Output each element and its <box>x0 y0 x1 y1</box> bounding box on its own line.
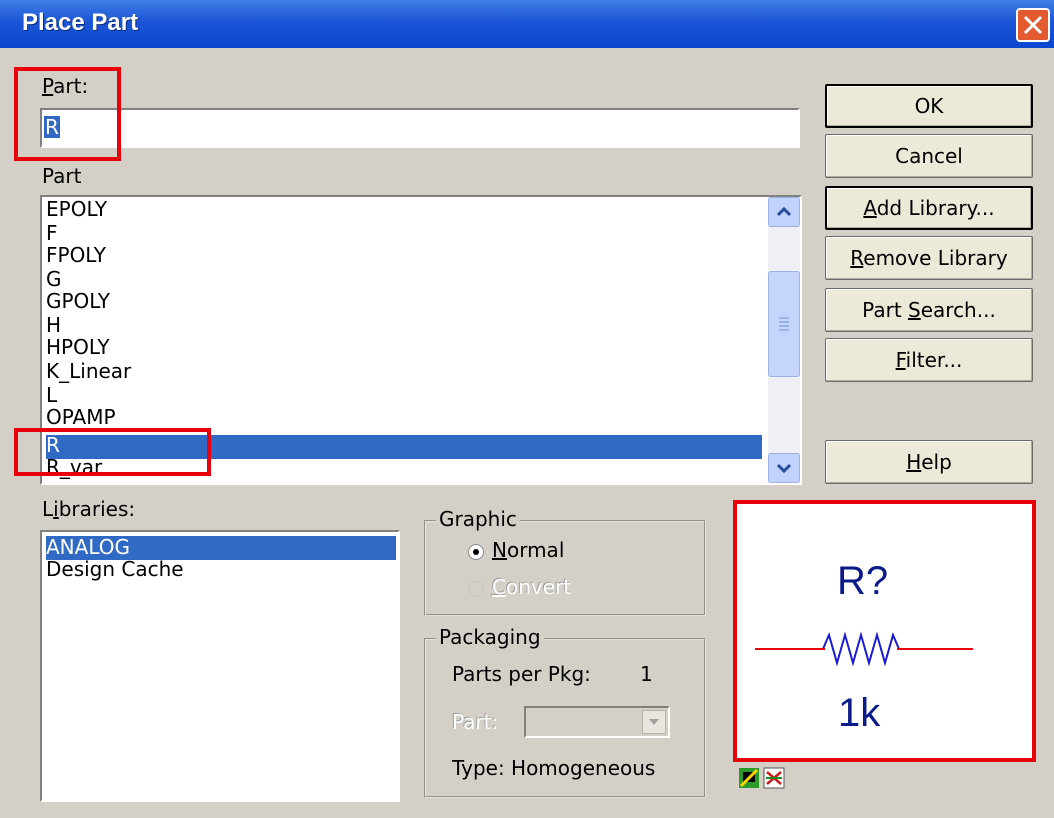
chevron-down-icon <box>649 719 659 725</box>
cancel-button[interactable]: Cancel <box>825 134 1033 178</box>
part-preview: R? 1k <box>733 500 1036 762</box>
packaging-legend: Packaging <box>436 625 544 649</box>
part-input[interactable]: R <box>40 108 800 148</box>
part-list-item[interactable]: G <box>46 269 762 293</box>
grip-icon <box>779 317 789 331</box>
normal-radio-label[interactable]: Normal <box>492 538 564 562</box>
pkg-part-label: Part: <box>452 710 499 734</box>
highlight-box-part-field <box>14 67 121 161</box>
tool-icon[interactable] <box>762 766 786 790</box>
place-part-dialog: Place Part Part: R Part EPOLY F FPOLY G GPOL… <box>0 0 1054 818</box>
part-list-item[interactable]: H <box>46 315 762 339</box>
graphic-group <box>424 520 706 616</box>
title-bar[interactable]: Place Part <box>0 0 1054 48</box>
chevron-down-icon <box>776 463 792 474</box>
library-item[interactable]: Design Cache <box>46 558 396 582</box>
normal-radio[interactable] <box>468 544 484 560</box>
part-search-button[interactable]: Part Search... <box>825 288 1033 332</box>
chevron-up-icon <box>776 206 792 217</box>
window-title: Place Part <box>22 9 139 36</box>
scroll-up-button[interactable] <box>768 197 800 227</box>
pkg-part-dropdown-button[interactable] <box>642 710 666 734</box>
type-label: Type: Homogeneous <box>452 756 656 780</box>
convert-radio[interactable] <box>468 581 484 597</box>
part-list-item[interactable]: HPOLY <box>46 337 762 361</box>
convert-radio-label: Convert <box>492 575 572 599</box>
filter-button[interactable]: Filter... <box>825 338 1033 382</box>
scroll-down-button[interactable] <box>768 453 800 483</box>
part-list-item[interactable]: F <box>46 223 762 247</box>
part-value: 1k <box>838 691 881 735</box>
ok-button[interactable]: OK <box>825 84 1033 128</box>
remove-library-button[interactable]: Remove Library <box>825 236 1033 280</box>
add-library-button[interactable]: Add Library... <box>825 186 1033 230</box>
radio-selected-dot <box>473 549 479 555</box>
part-list-scrollbar[interactable] <box>768 197 800 483</box>
libraries-list[interactable]: ANALOG Design Cache <box>40 530 400 802</box>
graphic-legend: Graphic <box>436 507 520 531</box>
pkg-part-select[interactable] <box>524 706 670 738</box>
part-list-item[interactable]: K_Linear <box>46 361 762 385</box>
part-list-item[interactable]: GPOLY <box>46 291 762 315</box>
dialog-bottom-edge <box>0 810 1054 818</box>
part-list-item[interactable]: EPOLY <box>46 199 762 223</box>
scroll-thumb[interactable] <box>768 271 800 377</box>
libraries-label: Libraries: <box>42 497 136 521</box>
part-list-item[interactable]: FPOLY <box>46 245 762 269</box>
parts-per-pkg-value: 1 <box>640 662 653 686</box>
parts-per-pkg-label: Parts per Pkg: <box>452 662 591 686</box>
part-list-item[interactable]: L <box>46 385 762 409</box>
highlight-box-list-item <box>14 428 211 476</box>
close-icon <box>1023 15 1043 35</box>
resistor-symbol: R? 1k <box>755 559 973 735</box>
library-icon[interactable] <box>737 766 761 790</box>
reference-designator: R? <box>837 559 888 603</box>
help-button[interactable]: Help <box>825 440 1033 484</box>
part-list-heading: Part <box>42 164 82 188</box>
close-button[interactable] <box>1016 8 1050 42</box>
